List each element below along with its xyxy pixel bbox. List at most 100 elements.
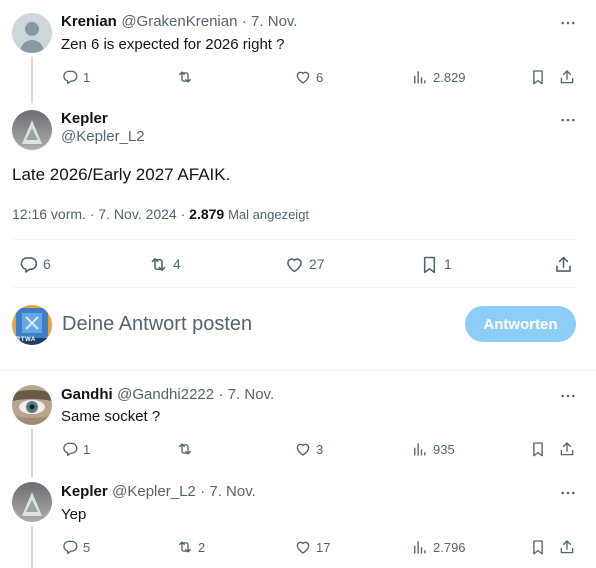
tweet-text: Same socket ? [61, 408, 161, 425]
heart-icon [284, 254, 305, 275]
avatar: RTWA [12, 305, 52, 345]
tweet-timestamp[interactable]: 12:16 vorm. · 7. Nov. 2024 · [12, 206, 185, 222]
reply-button[interactable]: 1 [61, 439, 90, 459]
like-button[interactable]: 3 [294, 439, 323, 459]
divider [12, 239, 576, 240]
views-count: 2.796 [433, 539, 466, 555]
reply-button[interactable]: 5 [61, 537, 90, 557]
view-label: Mal angezeigt [228, 207, 310, 222]
views-button[interactable]: 2.796 [411, 537, 466, 557]
divider [12, 287, 576, 288]
tweet-text: Yep [61, 506, 87, 523]
reply-button[interactable]: 1 [61, 67, 90, 87]
share-icon [558, 538, 576, 556]
tweet-meta: 12:16 vorm. · 7. Nov. 2024 · 2.879 Mal a… [12, 206, 309, 222]
retweet-icon [176, 440, 194, 458]
like-count: 3 [316, 441, 324, 457]
more-button[interactable] [558, 110, 578, 130]
kepler-avatar-icon [12, 110, 52, 150]
retweet-icon [148, 254, 169, 275]
like-button[interactable]: 6 [294, 67, 323, 87]
share-icon [558, 440, 576, 458]
views-icon [411, 538, 429, 556]
retweet-button[interactable] [176, 67, 198, 87]
like-count: 17 [316, 539, 331, 555]
tweet-text: Late 2026/Early 2027 AFAIK. [12, 165, 231, 184]
bookmark-count: 1 [444, 256, 452, 272]
view-count: 2.879 [189, 206, 225, 222]
avatar[interactable] [12, 385, 52, 425]
bookmark-icon [529, 68, 547, 86]
tweet-date[interactable]: · 7. Nov. [200, 483, 256, 500]
bookmark-button[interactable]: 1 [419, 254, 452, 274]
retweet-button[interactable]: 2 [176, 537, 205, 557]
thread-line [31, 57, 33, 103]
avatar[interactable] [12, 110, 52, 150]
like-button[interactable]: 27 [284, 254, 325, 274]
views-button[interactable]: 2.829 [411, 67, 466, 87]
bookmark-icon [419, 254, 440, 275]
reply-icon [61, 440, 79, 458]
reply-submit-button[interactable]: Antworten [465, 306, 576, 342]
tweet-header: Gandhi @Gandhi2222 · 7. Nov. [61, 386, 274, 404]
retweet-icon [176, 538, 194, 556]
more-button[interactable] [558, 13, 578, 33]
author-block: Kepler @Kepler_L2 [61, 110, 145, 145]
user-handle[interactable]: @GrakenKrenian [121, 13, 237, 30]
tweet-date[interactable]: · 7. Nov. [219, 386, 275, 403]
like-button[interactable]: 17 [294, 537, 330, 557]
reply-count: 6 [43, 256, 51, 272]
bookmark-button[interactable] [529, 537, 547, 557]
more-icon [561, 491, 575, 495]
share-button[interactable] [553, 254, 574, 274]
reply-icon [61, 538, 79, 556]
avatar-label: RTWA [16, 337, 36, 343]
more-icon [561, 21, 575, 25]
reply-button[interactable]: 6 [18, 254, 51, 274]
default-avatar-icon [12, 13, 52, 53]
thread-line [31, 429, 33, 477]
reply-count: 1 [83, 441, 91, 457]
retweet-count: 2 [198, 539, 206, 555]
divider [0, 370, 596, 371]
reply-icon [61, 68, 79, 86]
share-button[interactable] [558, 537, 576, 557]
tweet-header: Krenian @GrakenKrenian · 7. Nov. [61, 13, 297, 31]
gandhi-avatar-icon [12, 385, 52, 425]
more-button[interactable] [558, 386, 578, 406]
share-icon [553, 254, 574, 275]
more-icon [561, 118, 575, 122]
user-handle[interactable]: @Kepler_L2 [112, 483, 196, 500]
thread-line [31, 526, 33, 568]
heart-icon [294, 538, 312, 556]
tweet-date[interactable]: · 7. Nov. [242, 13, 298, 30]
more-button[interactable] [558, 483, 578, 503]
retweet-button[interactable] [176, 439, 198, 459]
reply-count: 1 [83, 69, 91, 85]
views-icon [411, 68, 429, 86]
share-icon [558, 68, 576, 86]
reply-input[interactable]: Deine Antwort posten [62, 313, 252, 336]
views-count: 935 [433, 441, 455, 457]
avatar[interactable] [12, 13, 52, 53]
bookmark-icon [529, 538, 547, 556]
avatar[interactable] [12, 482, 52, 522]
user-handle[interactable]: @Kepler_L2 [61, 128, 145, 145]
bookmark-button[interactable] [529, 439, 547, 459]
views-button[interactable]: 935 [411, 439, 455, 459]
tweet-header: Kepler @Kepler_L2 · 7. Nov. [61, 483, 256, 501]
views-icon [411, 440, 429, 458]
retweet-icon [176, 68, 194, 86]
display-name[interactable]: Krenian [61, 13, 117, 30]
tweet-text: Zen 6 is expected for 2026 right ? [61, 36, 285, 53]
share-button[interactable] [558, 439, 576, 459]
display-name[interactable]: Kepler [61, 483, 108, 500]
bookmark-button[interactable] [529, 67, 547, 87]
like-count: 6 [316, 69, 324, 85]
share-button[interactable] [558, 67, 576, 87]
display-name[interactable]: Kepler [61, 110, 145, 127]
retweet-button[interactable]: 4 [148, 254, 181, 274]
display-name[interactable]: Gandhi [61, 386, 113, 403]
user-handle[interactable]: @Gandhi2222 [117, 386, 214, 403]
reply-icon [18, 254, 39, 275]
